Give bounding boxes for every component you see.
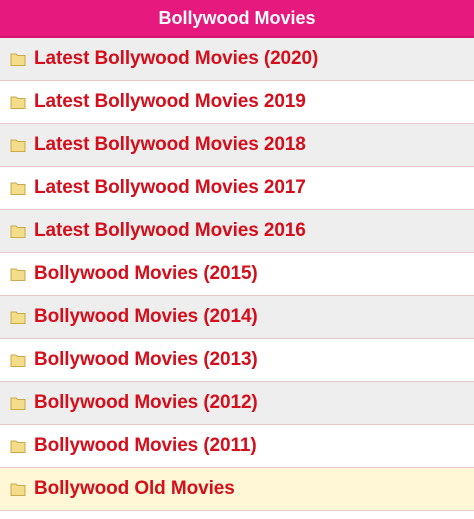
list-item-latest-2020[interactable]: Latest Bollywood Movies (2020) [0,38,474,81]
list-item-2014[interactable]: Bollywood Movies (2014) [0,296,474,339]
list-item-label: Latest Bollywood Movies 2016 [34,220,306,241]
folder-icon [10,481,26,497]
list-item-label: Latest Bollywood Movies 2019 [34,91,306,112]
list-item-label: Latest Bollywood Movies 2017 [34,177,306,198]
folder-icon [10,395,26,411]
folder-icon [10,309,26,325]
page: Bollywood Movies Latest Bollywood Movies… [0,0,474,519]
list-item-label: Bollywood Movies (2015) [34,263,258,284]
list-item-latest-2017[interactable]: Latest Bollywood Movies 2017 [0,167,474,210]
page-header: Bollywood Movies [0,0,474,38]
list-item-latest-2016[interactable]: Latest Bollywood Movies 2016 [0,210,474,253]
folder-icon [10,94,26,110]
list-item-label: Bollywood Movies (2014) [34,306,258,327]
list-item-label: Bollywood Movies (2012) [34,392,258,413]
list-item-label: Latest Bollywood Movies (2020) [34,48,319,69]
page-title: Bollywood Movies [158,7,316,28]
folder-icon [10,137,26,153]
list-item-label: Bollywood Old Movies [34,478,235,499]
list-item-old-movies[interactable]: Bollywood Old Movies [0,468,474,511]
list-item-2013[interactable]: Bollywood Movies (2013) [0,339,474,382]
list-item-2012[interactable]: Bollywood Movies (2012) [0,382,474,425]
list-item-2011[interactable]: Bollywood Movies (2011) [0,425,474,468]
folder-icon [10,223,26,239]
list-item-label: Latest Bollywood Movies 2018 [34,134,306,155]
list-item-label: Bollywood Movies (2011) [34,435,257,456]
list-item-label: Bollywood Movies (2013) [34,349,258,370]
folder-icon [10,438,26,454]
folder-icon [10,51,26,67]
folder-icon [10,266,26,282]
folder-icon [10,352,26,368]
category-list: Latest Bollywood Movies (2020) Latest Bo… [0,38,474,511]
list-item-latest-2019[interactable]: Latest Bollywood Movies 2019 [0,81,474,124]
list-item-2015[interactable]: Bollywood Movies (2015) [0,253,474,296]
list-item-latest-2018[interactable]: Latest Bollywood Movies 2018 [0,124,474,167]
folder-icon [10,180,26,196]
